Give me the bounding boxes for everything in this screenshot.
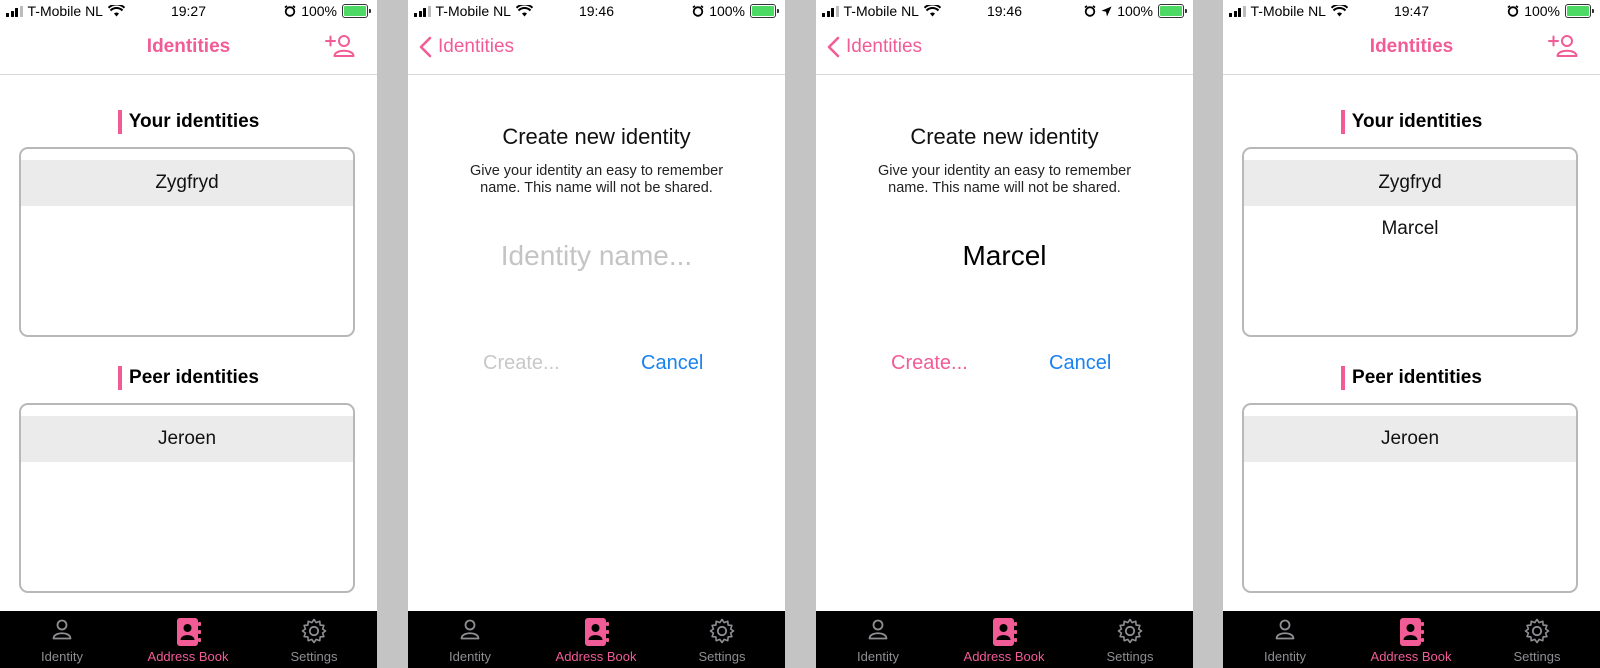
address-book-icon: [993, 618, 1017, 646]
location-arrow-icon: [1101, 6, 1112, 16]
address-book-icon: [177, 618, 201, 646]
add-person-icon: [1548, 35, 1578, 57]
battery-percent: 100%: [301, 3, 337, 19]
tab-settings[interactable]: Settings: [264, 611, 364, 668]
tab-identity[interactable]: Identity: [12, 611, 112, 668]
dialog-title: Create new identity: [910, 124, 1099, 149]
create-button[interactable]: Create...: [891, 352, 968, 375]
tab-address-book[interactable]: Address Book: [546, 611, 646, 668]
person-icon: [460, 619, 480, 640]
list-item[interactable]: Jeroen: [1244, 416, 1576, 462]
status-bar: T-Mobile NL 19:46 100%: [408, 0, 785, 22]
battery-percent: 100%: [709, 3, 745, 19]
list-item[interactable]: Zygfryd: [1244, 160, 1576, 206]
add-identity-button[interactable]: [1548, 34, 1578, 63]
chevron-left-icon: [419, 36, 432, 58]
tab-bar: Identity Address Book Settings: [816, 611, 1193, 668]
accent-bar: [1341, 366, 1346, 390]
peer-identities-heading: Peer identities: [1223, 366, 1600, 396]
page-title: Identities: [1369, 36, 1454, 57]
back-button[interactable]: Identities: [826, 36, 922, 58]
back-button[interactable]: Identities: [418, 36, 514, 58]
tab-settings[interactable]: Settings: [1080, 611, 1180, 668]
your-identities-list: Zygfryd: [19, 147, 355, 337]
dialog-title: Create new identity: [502, 124, 691, 149]
tab-bar: Identity Address Book Settings: [408, 611, 785, 668]
back-label: Identities: [438, 36, 515, 57]
screen-identities-list-updated: T-Mobile NL 19:47 100% Identities Your i…: [1223, 0, 1600, 668]
battery-icon: [1565, 4, 1594, 18]
battery-percent: 100%: [1524, 3, 1560, 19]
identity-name-input[interactable]: [856, 236, 1153, 276]
navigation-bar: Identities: [816, 22, 1193, 75]
tab-address-book[interactable]: Address Book: [954, 611, 1054, 668]
accent-bar: [118, 366, 123, 390]
tab-settings[interactable]: Settings: [1487, 611, 1587, 668]
create-button[interactable]: Create...: [483, 352, 560, 375]
cancel-button[interactable]: Cancel: [1049, 352, 1111, 375]
dialog-description: Give your identity an easy to remember n…: [469, 163, 724, 196]
back-label: Identities: [846, 36, 923, 57]
tab-bar: Identity Address Book Settings: [0, 611, 377, 668]
tab-identity[interactable]: Identity: [1235, 611, 1335, 668]
address-book-icon: [1400, 618, 1424, 646]
battery-icon: [342, 4, 371, 18]
page-title: Identities: [146, 36, 231, 57]
tab-bar: Identity Address Book Settings: [1223, 611, 1600, 668]
chevron-left-icon: [827, 36, 840, 58]
alarm-icon: [284, 5, 296, 17]
list-item[interactable]: Jeroen: [21, 416, 353, 462]
gear-icon: [709, 618, 735, 644]
peer-identities-heading: Peer identities: [0, 366, 377, 396]
screen-identities-list: T-Mobile NL 19:27 100% Identities Your i…: [0, 0, 377, 668]
gear-icon: [1117, 618, 1143, 644]
accent-bar: [1340, 110, 1345, 134]
person-icon: [52, 619, 72, 640]
alarm-icon: [692, 5, 704, 17]
status-bar: T-Mobile NL 19:27 100%: [0, 0, 377, 22]
screen-create-identity-empty: T-Mobile NL 19:46 100% Identities Create…: [408, 0, 785, 668]
list-item[interactable]: Zygfryd: [21, 160, 353, 206]
tab-settings[interactable]: Settings: [672, 611, 772, 668]
gear-icon: [301, 618, 327, 644]
alarm-icon: [1507, 5, 1519, 17]
battery-icon: [750, 4, 779, 18]
battery-percent: 100%: [1117, 3, 1153, 19]
person-icon: [868, 619, 888, 640]
your-identities-heading: Your identities: [1223, 110, 1600, 140]
screen-create-identity-filled: T-Mobile NL 19:46 100% Identities Create…: [816, 0, 1193, 668]
status-bar: T-Mobile NL 19:47 100%: [1223, 0, 1600, 22]
navigation-bar: Identities: [1223, 22, 1600, 75]
navigation-bar: Identities: [0, 22, 377, 75]
address-book-icon: [585, 618, 609, 646]
tab-identity[interactable]: Identity: [828, 611, 928, 668]
list-item[interactable]: Marcel: [1244, 206, 1576, 252]
peer-identities-list: Jeroen: [19, 403, 355, 593]
identity-name-input[interactable]: [448, 236, 745, 276]
navigation-bar: Identities: [408, 22, 785, 75]
add-identity-button[interactable]: [325, 34, 355, 63]
gear-icon: [1524, 618, 1550, 644]
alarm-icon: [1084, 5, 1096, 17]
your-identities-heading: Your identities: [0, 110, 377, 140]
add-person-icon: [325, 35, 355, 57]
dialog-description: Give your identity an easy to remember n…: [877, 163, 1132, 196]
tab-identity[interactable]: Identity: [420, 611, 520, 668]
your-identities-list: Zygfryd Marcel: [1242, 147, 1578, 337]
accent-bar: [117, 110, 122, 134]
peer-identities-list: Jeroen: [1242, 403, 1578, 593]
person-icon: [1275, 619, 1295, 640]
status-bar: T-Mobile NL 19:46 100%: [816, 0, 1193, 22]
tab-address-book[interactable]: Address Book: [138, 611, 238, 668]
tab-address-book[interactable]: Address Book: [1361, 611, 1461, 668]
battery-icon: [1158, 4, 1187, 18]
cancel-button[interactable]: Cancel: [641, 352, 703, 375]
